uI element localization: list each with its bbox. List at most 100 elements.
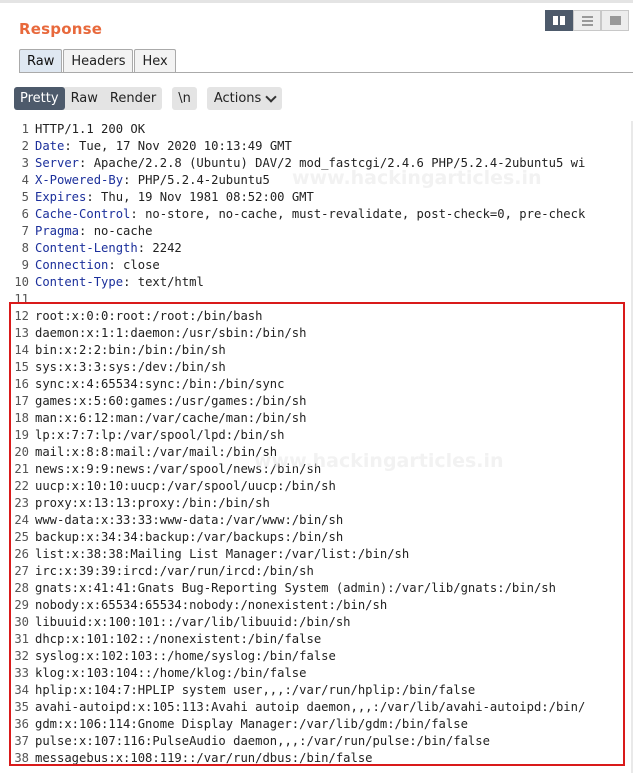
code-line: 12 root:x:0:0:root:/root:/bin/bash <box>10 308 633 325</box>
header-name: Content-Type <box>35 275 124 289</box>
header-name: Content-Length <box>35 241 138 255</box>
panel-title: Response <box>19 20 103 38</box>
body-text: sys:x:3:3:sys:/dev:/bin/sh <box>35 360 226 374</box>
line-number: 5 <box>21 190 29 204</box>
code-line: 14 bin:x:2:2:bin:/bin:/bin/sh <box>10 342 633 359</box>
body-text: www-data:x:33:33:www-data:/var/www:/bin/… <box>35 513 344 527</box>
code-line: 30 libuuid:x:100:101::/var/lib/libuuid:/b… <box>10 614 633 631</box>
header-value: Thu, 19 Nov 1981 08:52:00 GMT <box>93 190 314 204</box>
header-separator: : <box>86 190 94 204</box>
code-line: 17 games:x:5:60:games:/usr/games:/bin/sh <box>10 393 633 410</box>
header-separator: : <box>64 139 72 153</box>
line-content: Expires: Thu, 19 Nov 1981 08:52:00 GMT <box>35 189 314 206</box>
code-line: 16 sync:x:4:65534:sync:/bin:/bin/sync <box>10 376 633 393</box>
line-number: 20 <box>14 445 29 459</box>
code-line: 33 klog:x:103:104::/home/klog:/bin/false <box>10 665 633 682</box>
line-content: sys:x:3:3:sys:/dev:/bin/sh <box>35 359 226 376</box>
code-line: 29 nobody:x:65534:65534:nobody:/nonexiste… <box>10 597 633 614</box>
line-number: 9 <box>21 258 29 272</box>
response-editor[interactable]: 1 HTTP/1.1 200 OK 2 Date: Tue, 17 Nov 2020 … <box>10 121 633 773</box>
line-content: gnats:x:41:41:Gnats Bug-Reporting System… <box>35 580 556 597</box>
code-line: 5 Expires: Thu, 19 Nov 1981 08:52:00 GMT <box>10 189 633 206</box>
header-value: PHP/5.2.4-2ubuntu5 <box>130 173 270 187</box>
body-text: lp:x:7:7:lp:/var/spool/lpd:/bin/sh <box>35 428 285 442</box>
header-name: Date <box>35 139 65 153</box>
tab-headers[interactable]: Headers <box>63 49 134 72</box>
line-content: Pragma: no-cache <box>35 223 152 240</box>
line-number: 31 <box>14 632 29 646</box>
body-text: hplip:x:104:7:HPLIP system user,,,:/var/… <box>35 683 476 697</box>
code-line: 36 gdm:x:106:114:Gnome Display Manager:/v… <box>10 716 633 733</box>
line-number: 18 <box>14 411 29 425</box>
line-content: syslog:x:102:103::/home/syslog:/bin/fals… <box>35 648 336 665</box>
line-number: 33 <box>14 666 29 680</box>
header-value: text/html <box>130 275 204 289</box>
line-number: 3 <box>21 156 29 170</box>
code-line: 19 lp:x:7:7:lp:/var/spool/lpd:/bin/sh <box>10 427 633 444</box>
raw-button[interactable]: Raw <box>65 87 104 110</box>
line-content: avahi-autoipd:x:105:113:Avahi autoip dae… <box>35 699 585 716</box>
header-name: Connection <box>35 258 109 272</box>
actions-menu-button[interactable]: Actions <box>206 87 283 110</box>
tab-divider <box>19 72 633 73</box>
code-line: 18 man:x:6:12:man:/var/cache/man:/bin/sh <box>10 410 633 427</box>
header-name: X-Powered-By <box>35 173 124 187</box>
single-pane-layout-button[interactable] <box>601 10 629 31</box>
split-columns-layout-icon <box>553 16 565 25</box>
body-text: man:x:6:12:man:/var/cache/man:/bin/sh <box>35 411 307 425</box>
code-line: 15 sys:x:3:3:sys:/dev:/bin/sh <box>10 359 633 376</box>
body-text: avahi-autoipd:x:105:113:Avahi autoip dae… <box>35 700 586 714</box>
line-content: libuuid:x:100:101::/var/lib/libuuid:/bin… <box>35 614 351 631</box>
body-text: klog:x:103:104::/home/klog:/bin/false <box>35 666 307 680</box>
header-name: Server <box>35 156 80 170</box>
code-line: 26 list:x:38:38:Mailing List Manager:/var… <box>10 546 633 563</box>
line-content: pulse:x:107:116:PulseAudio daemon,,,:/va… <box>35 733 490 750</box>
body-text: nobody:x:65534:65534:nobody:/nonexistent… <box>35 598 388 612</box>
split-rows-layout-icon <box>581 15 593 26</box>
line-number: 25 <box>14 530 29 544</box>
split-rows-layout-button[interactable] <box>573 10 601 31</box>
body-text: uucp:x:10:10:uucp:/var/spool/uucp:/bin/s… <box>35 479 336 493</box>
line-number: 30 <box>14 615 29 629</box>
code-line: 35 avahi-autoipd:x:105:113:Avahi autoip d… <box>10 699 633 716</box>
line-number: 35 <box>14 700 29 714</box>
line-number: 27 <box>14 564 29 578</box>
body-text: gdm:x:106:114:Gnome Display Manager:/var… <box>35 717 468 731</box>
split-columns-layout-button[interactable] <box>545 10 573 31</box>
line-content: list:x:38:38:Mailing List Manager:/var/l… <box>35 546 409 563</box>
tab-raw[interactable]: Raw <box>19 49 63 72</box>
line-content: Date: Tue, 17 Nov 2020 10:13:49 GMT <box>35 138 292 155</box>
body-text: messagebus:x:108:119::/var/run/dbus:/bin… <box>35 751 373 765</box>
pretty-button[interactable]: Pretty <box>14 87 65 110</box>
code-line: 23 proxy:x:13:13:proxy:/bin:/bin/sh <box>10 495 633 512</box>
line-number: 10 <box>14 275 29 289</box>
render-button[interactable]: Render <box>104 87 162 110</box>
header-value: Apache/2.2.8 (Ubuntu) DAV/2 mod_fastcgi/… <box>86 156 586 170</box>
code-line: 22 uucp:x:10:10:uucp:/var/spool/uucp:/bin… <box>10 478 633 495</box>
line-number: 24 <box>14 513 29 527</box>
line-number: 13 <box>14 326 29 340</box>
line-content: sync:x:4:65534:sync:/bin:/bin/sync <box>35 376 284 393</box>
header-value: no-cache <box>86 224 153 238</box>
line-number: 14 <box>14 343 29 357</box>
line-number: 32 <box>14 649 29 663</box>
body-text: bin:x:2:2:bin:/bin:/bin/sh <box>35 343 226 357</box>
tab-hex[interactable]: Hex <box>134 49 176 72</box>
header-name: Cache-Control <box>35 207 131 221</box>
line-content: Content-Length: 2242 <box>35 240 182 257</box>
show-newlines-button[interactable]: \n <box>172 87 197 110</box>
editor-toolbar: Pretty Raw Render \n Actions <box>14 87 283 110</box>
view-mode-segment: Pretty Raw Render <box>14 87 163 110</box>
line-content: news:x:9:9:news:/var/spool/news:/bin/sh <box>35 461 321 478</box>
code-line: 24 www-data:x:33:33:www-data:/var/www:/bi… <box>10 512 633 529</box>
line-content: dhcp:x:101:102::/nonexistent:/bin/false <box>35 631 321 648</box>
body-text: backup:x:34:34:backup:/var/backups:/bin/… <box>35 530 344 544</box>
body-text: proxy:x:13:13:proxy:/bin:/bin/sh <box>35 496 270 510</box>
code-line: 28 gnats:x:41:41:Gnats Bug-Reporting Syst… <box>10 580 633 597</box>
line-content: Server: Apache/2.2.8 (Ubuntu) DAV/2 mod_… <box>35 155 585 172</box>
line-number: 7 <box>21 224 29 238</box>
code-line: 11 <box>10 291 633 308</box>
line-content: gdm:x:106:114:Gnome Display Manager:/var… <box>35 716 468 733</box>
code-line: 32 syslog:x:102:103::/home/syslog:/bin/fa… <box>10 648 633 665</box>
header-name: Expires <box>35 190 87 204</box>
